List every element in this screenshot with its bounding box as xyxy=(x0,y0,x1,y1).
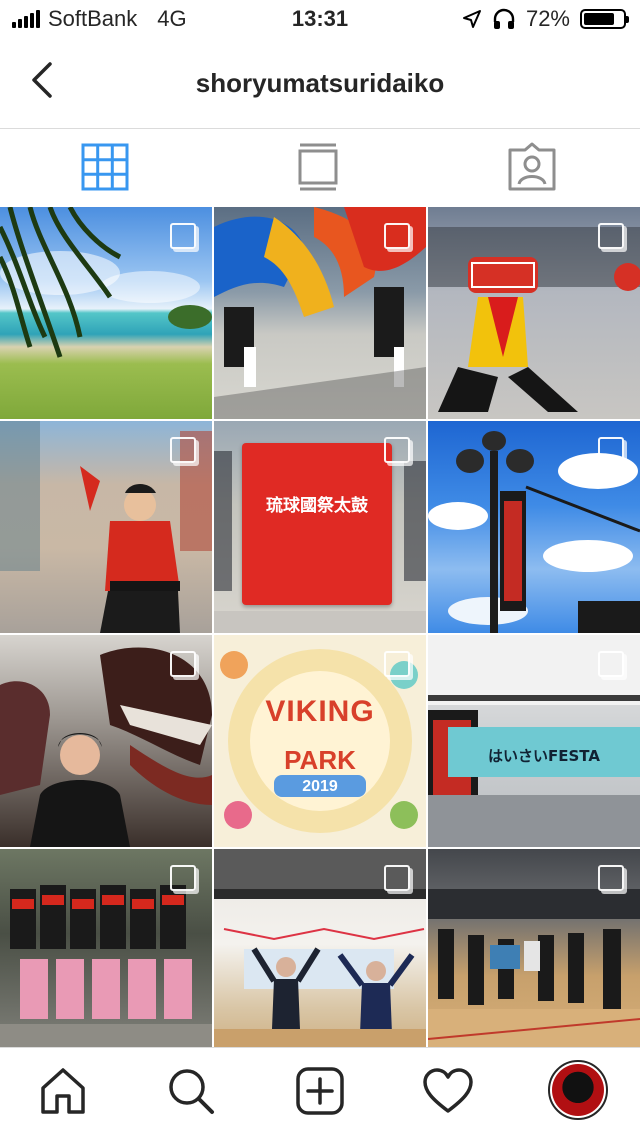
multiple-photos-icon xyxy=(170,223,196,249)
profile-header: shoryumatsuridaiko xyxy=(0,40,640,129)
tab-feed-view[interactable] xyxy=(288,137,348,197)
multiple-photos-icon xyxy=(598,223,624,249)
poster-title: VIKING xyxy=(265,695,375,728)
post-thumbnail[interactable] xyxy=(214,849,426,1061)
tagged-person-icon xyxy=(508,142,556,191)
status-bar: SoftBank 4G 13:31 72% xyxy=(0,0,640,40)
profile-username: shoryumatsuridaiko xyxy=(195,68,445,98)
multiple-photos-icon xyxy=(170,437,196,463)
post-thumbnail[interactable] xyxy=(428,207,640,419)
post-thumbnail[interactable] xyxy=(428,849,640,1061)
battery-percent: 72% xyxy=(525,6,570,31)
search-icon xyxy=(169,1069,214,1114)
tab-search[interactable] xyxy=(164,1064,218,1118)
post-thumbnail[interactable] xyxy=(0,421,212,633)
profile-avatar-icon xyxy=(552,1064,604,1116)
feed-icon xyxy=(298,143,338,191)
multiple-photos-icon xyxy=(598,437,624,463)
tab-profile[interactable] xyxy=(548,1060,608,1120)
multiple-photos-icon xyxy=(598,865,624,891)
post-thumbnail[interactable] xyxy=(0,849,212,1061)
multiple-photos-icon xyxy=(384,651,410,677)
post-thumbnail[interactable] xyxy=(214,207,426,419)
tab-grid-view[interactable] xyxy=(75,137,135,197)
multiple-photos-icon xyxy=(384,437,410,463)
poster-year: 2019 xyxy=(302,778,338,795)
heart-icon xyxy=(423,1068,473,1113)
tab-tagged-view[interactable] xyxy=(502,137,562,197)
multiple-photos-icon xyxy=(170,651,196,677)
multiple-photos-icon xyxy=(384,223,410,249)
multiple-photos-icon xyxy=(598,651,624,677)
tab-activity[interactable] xyxy=(421,1064,475,1118)
tab-home[interactable] xyxy=(36,1064,90,1118)
grid-icon xyxy=(81,143,129,191)
poster-subtitle: PARK xyxy=(284,745,356,775)
post-thumbnail[interactable] xyxy=(0,635,212,847)
view-tabs xyxy=(0,129,640,207)
headphones-icon xyxy=(493,8,515,29)
festa-banner-text: はいさいFESTA xyxy=(488,747,600,765)
posts-grid: 琉球國祭太鼓 VIKING PARK 2019 はいさいFESTA xyxy=(0,207,640,1061)
post-thumbnail[interactable]: はいさいFESTA xyxy=(428,635,640,847)
tab-new-post[interactable] xyxy=(293,1064,347,1118)
location-arrow-icon xyxy=(462,10,481,28)
post-thumbnail[interactable] xyxy=(0,207,212,419)
multiple-photos-icon xyxy=(170,865,196,891)
bottom-tab-bar xyxy=(0,1047,640,1137)
post-thumbnail[interactable] xyxy=(428,421,640,633)
battery-icon xyxy=(580,9,629,29)
post-thumbnail[interactable]: VIKING PARK 2019 xyxy=(214,635,426,847)
multiple-photos-icon xyxy=(384,865,410,891)
post-thumbnail[interactable]: 琉球國祭太鼓 xyxy=(214,421,426,633)
home-icon xyxy=(41,1068,85,1114)
add-post-icon xyxy=(296,1067,344,1115)
status-icons: 72% xyxy=(462,6,629,32)
